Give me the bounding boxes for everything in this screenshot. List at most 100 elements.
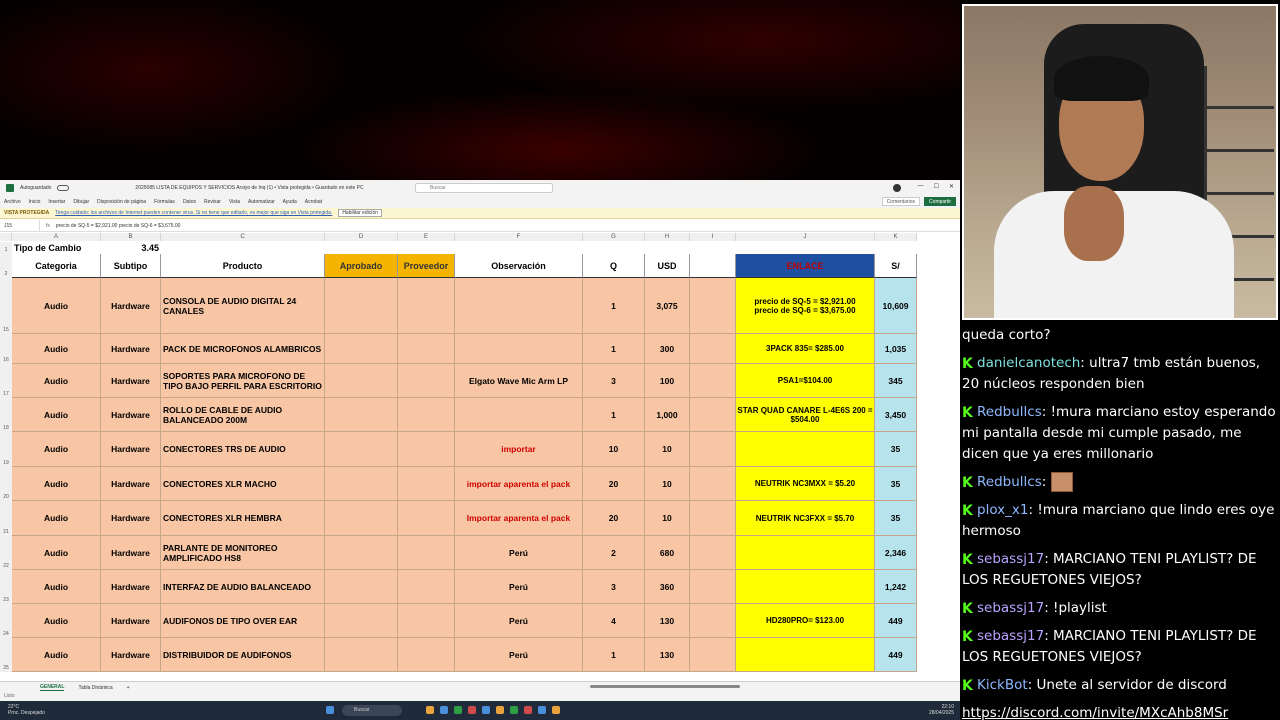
chat-username[interactable]: sebassj17	[977, 551, 1044, 567]
cell-enlace[interactable]	[736, 638, 875, 672]
select-all-corner[interactable]	[0, 233, 12, 241]
cell-soles[interactable]: 35	[875, 467, 917, 501]
header-empty[interactable]	[690, 254, 736, 278]
cell-empty[interactable]	[690, 638, 736, 672]
column-header-b[interactable]: B	[101, 233, 161, 241]
chat-username[interactable]: danielcanotech	[977, 355, 1080, 371]
chat-username[interactable]: sebassj17	[977, 600, 1044, 616]
cell-soles[interactable]: 10,609	[875, 278, 917, 334]
chat-username[interactable]: sebassj17	[977, 628, 1044, 644]
cell-proveedor[interactable]	[398, 467, 455, 501]
chat-link[interactable]: https://discord.com/invite/MXcAhb8MSr	[962, 705, 1228, 720]
cell-producto[interactable]: DISTRIBUIDOR DE AUDIFONOS	[161, 638, 325, 672]
cell-subtipo[interactable]: Hardware	[101, 334, 161, 364]
column-header-c[interactable]: C	[161, 233, 325, 241]
cell-soles[interactable]: 449	[875, 638, 917, 672]
cell-producto[interactable]: ROLLO DE CABLE DE AUDIO BALANCEADO 200M	[161, 398, 325, 432]
clock[interactable]: 22:10 28/04/2025	[929, 704, 954, 716]
chat-username[interactable]: Redbullcs	[977, 474, 1042, 490]
cell-soles[interactable]: 345	[875, 364, 917, 398]
ribbon-tab-1[interactable]: Inicio	[29, 199, 41, 205]
cell-enlace[interactable]: 3PACK 835= $285.00	[736, 334, 875, 364]
cell-empty[interactable]	[690, 398, 736, 432]
header-q[interactable]: Q	[583, 254, 645, 278]
cell-aprobado[interactable]	[325, 432, 398, 467]
cell-q[interactable]: 2	[583, 536, 645, 570]
ribbon-tab-7[interactable]: Revisar	[204, 199, 221, 205]
cell-empty[interactable]	[690, 604, 736, 638]
cell-usd[interactable]: 130	[645, 638, 690, 672]
cell-categoria[interactable]: Audio	[12, 638, 101, 672]
cell-aprobado[interactable]	[325, 570, 398, 604]
cell-observacion[interactable]: Perú	[455, 570, 583, 604]
cell-observacion[interactable]: Perú	[455, 638, 583, 672]
cell-observacion[interactable]	[455, 334, 583, 364]
row-header[interactable]: 24	[0, 604, 12, 638]
ribbon-tab-9[interactable]: Automatizar	[248, 199, 275, 205]
cell-empty[interactable]	[690, 334, 736, 364]
cell-usd[interactable]: 3,075	[645, 278, 690, 334]
cell-aprobado[interactable]	[325, 604, 398, 638]
cell-enlace[interactable]	[736, 536, 875, 570]
app-icon-3[interactable]	[496, 706, 504, 714]
column-header-f[interactable]: F	[455, 233, 583, 241]
cell-subtipo[interactable]: Hardware	[101, 604, 161, 638]
cell-enlace[interactable]: HD280PRO= $123.00	[736, 604, 875, 638]
column-header-j[interactable]: J	[736, 233, 875, 241]
cell-categoria[interactable]: Audio	[12, 604, 101, 638]
chat-username[interactable]: KickBot	[977, 677, 1028, 693]
cell-enlace[interactable]: NEUTRIK NC3MXX = $5.20	[736, 467, 875, 501]
minimize-icon[interactable]: —	[918, 183, 924, 190]
cell-proveedor[interactable]	[398, 638, 455, 672]
column-header-d[interactable]: D	[325, 233, 398, 241]
ribbon-tab-11[interactable]: Acrobat	[305, 199, 322, 205]
cell-q[interactable]: 1	[583, 278, 645, 334]
cell-subtipo[interactable]: Hardware	[101, 432, 161, 467]
cell-aprobado[interactable]	[325, 398, 398, 432]
taskbar-search[interactable]: Buscar	[342, 705, 402, 716]
sheet-tab-general[interactable]: GENERAL	[40, 684, 65, 691]
cell-subtipo[interactable]: Hardware	[101, 278, 161, 334]
browser-icon[interactable]	[440, 706, 448, 714]
cell-q[interactable]: 1	[583, 638, 645, 672]
cell-usd[interactable]: 10	[645, 432, 690, 467]
cell-empty[interactable]	[690, 467, 736, 501]
cell-aprobado[interactable]	[325, 467, 398, 501]
cell-empty[interactable]	[690, 570, 736, 604]
ribbon-tab-4[interactable]: Disposición de página	[97, 199, 146, 205]
comments-button[interactable]: Comentarios	[881, 197, 921, 206]
column-header-h[interactable]: H	[645, 233, 690, 241]
cell-soles[interactable]: 1,242	[875, 570, 917, 604]
ribbon-tab-3[interactable]: Dibujar	[73, 199, 89, 205]
cell-categoria[interactable]: Audio	[12, 432, 101, 467]
cell-empty[interactable]	[690, 536, 736, 570]
cell-aprobado[interactable]	[325, 278, 398, 334]
column-header-a[interactable]: A	[12, 233, 101, 241]
add-sheet-icon[interactable]: +	[127, 685, 130, 691]
cell-producto[interactable]: CONECTORES XLR HEMBRA	[161, 501, 325, 536]
cell-producto[interactable]: CONECTORES XLR MACHO	[161, 467, 325, 501]
cell-soles[interactable]: 3,450	[875, 398, 917, 432]
row-header[interactable]: 18	[0, 398, 12, 432]
cell-subtipo[interactable]: Hardware	[101, 501, 161, 536]
cell-subtipo[interactable]: Hardware	[101, 536, 161, 570]
cell-proveedor[interactable]	[398, 432, 455, 467]
cell-proveedor[interactable]	[398, 604, 455, 638]
ribbon-tab-8[interactable]: Vista	[229, 199, 240, 205]
cell-empty[interactable]	[690, 501, 736, 536]
cell-proveedor[interactable]	[398, 334, 455, 364]
cell-usd[interactable]: 680	[645, 536, 690, 570]
app-icon-5[interactable]	[524, 706, 532, 714]
ribbon-tab-10[interactable]: Ayuda	[283, 199, 297, 205]
cell-empty[interactable]	[690, 432, 736, 467]
excel-taskbar-icon[interactable]	[454, 706, 462, 714]
cell-enlace[interactable]: NEUTRIK NC3FXX = $5.70	[736, 501, 875, 536]
row-header[interactable]: 21	[0, 501, 12, 536]
cell-producto[interactable]: SOPORTES PARA MICROFONO DE TIPO BAJO PER…	[161, 364, 325, 398]
cell-observacion[interactable]: importar	[455, 432, 583, 467]
cell-observacion[interactable]: Elgato Wave Mic Arm LP	[455, 364, 583, 398]
cell-categoria[interactable]: Audio	[12, 536, 101, 570]
row-header[interactable]: 15	[0, 278, 12, 334]
row-header[interactable]: 25	[0, 638, 12, 672]
cell-aprobado[interactable]	[325, 501, 398, 536]
